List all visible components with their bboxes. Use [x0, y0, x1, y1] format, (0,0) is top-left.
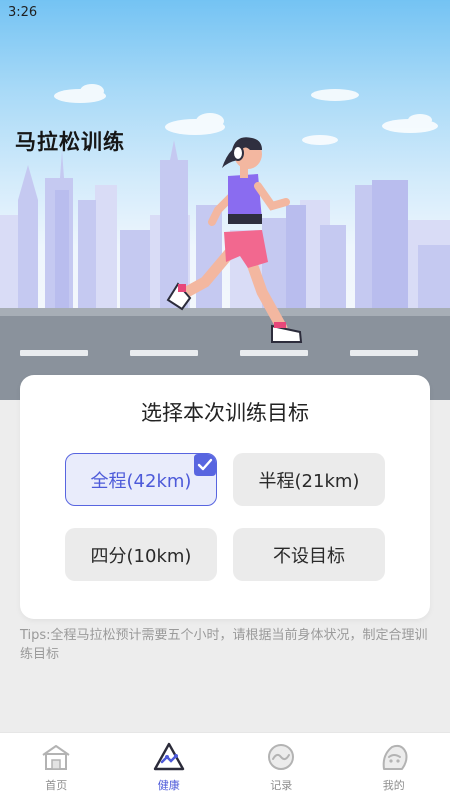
runner-illustration	[166, 137, 303, 343]
record-icon	[268, 744, 295, 770]
selected-check-icon	[194, 454, 216, 476]
option-label: 半程(21km)	[258, 470, 360, 492]
option-no-goal[interactable]: 不设目标	[233, 528, 385, 581]
tab-home[interactable]: 首页	[0, 733, 113, 800]
tab-label: 记录	[270, 779, 293, 792]
option-half-marathon[interactable]: 半程(21km)	[233, 453, 385, 506]
option-label: 全程(42km)	[90, 470, 192, 492]
tab-health[interactable]: 健康	[113, 733, 226, 800]
tab-label: 首页	[45, 779, 68, 792]
option-full-marathon[interactable]: 全程(42km)	[65, 453, 217, 506]
tips-text: Tips:全程马拉松预计需要五个小时，请根据当前身体状况，制定合理训练目标	[20, 628, 428, 662]
option-label: 四分(10km)	[90, 545, 192, 567]
tab-label: 我的	[382, 779, 405, 792]
tab-profile[interactable]: 我的	[338, 733, 450, 800]
goal-selection-card: 选择本次训练目标 全程(42km) 半程(21km) 四分(10km) 不设目标	[20, 375, 430, 619]
bottom-tab-bar: 首页 健康 记录 我的	[0, 732, 450, 800]
option-quarter-marathon[interactable]: 四分(10km)	[65, 528, 217, 581]
health-icon	[153, 742, 184, 771]
tab-label: 健康	[157, 779, 180, 792]
tab-record[interactable]: 记录	[225, 733, 338, 800]
hero-banner: 3:26 马拉松训练	[0, 0, 450, 400]
card-title: 选择本次训练目标	[141, 401, 309, 425]
profile-icon	[382, 744, 408, 770]
home-icon	[42, 745, 70, 770]
option-label: 不设目标	[273, 545, 345, 567]
